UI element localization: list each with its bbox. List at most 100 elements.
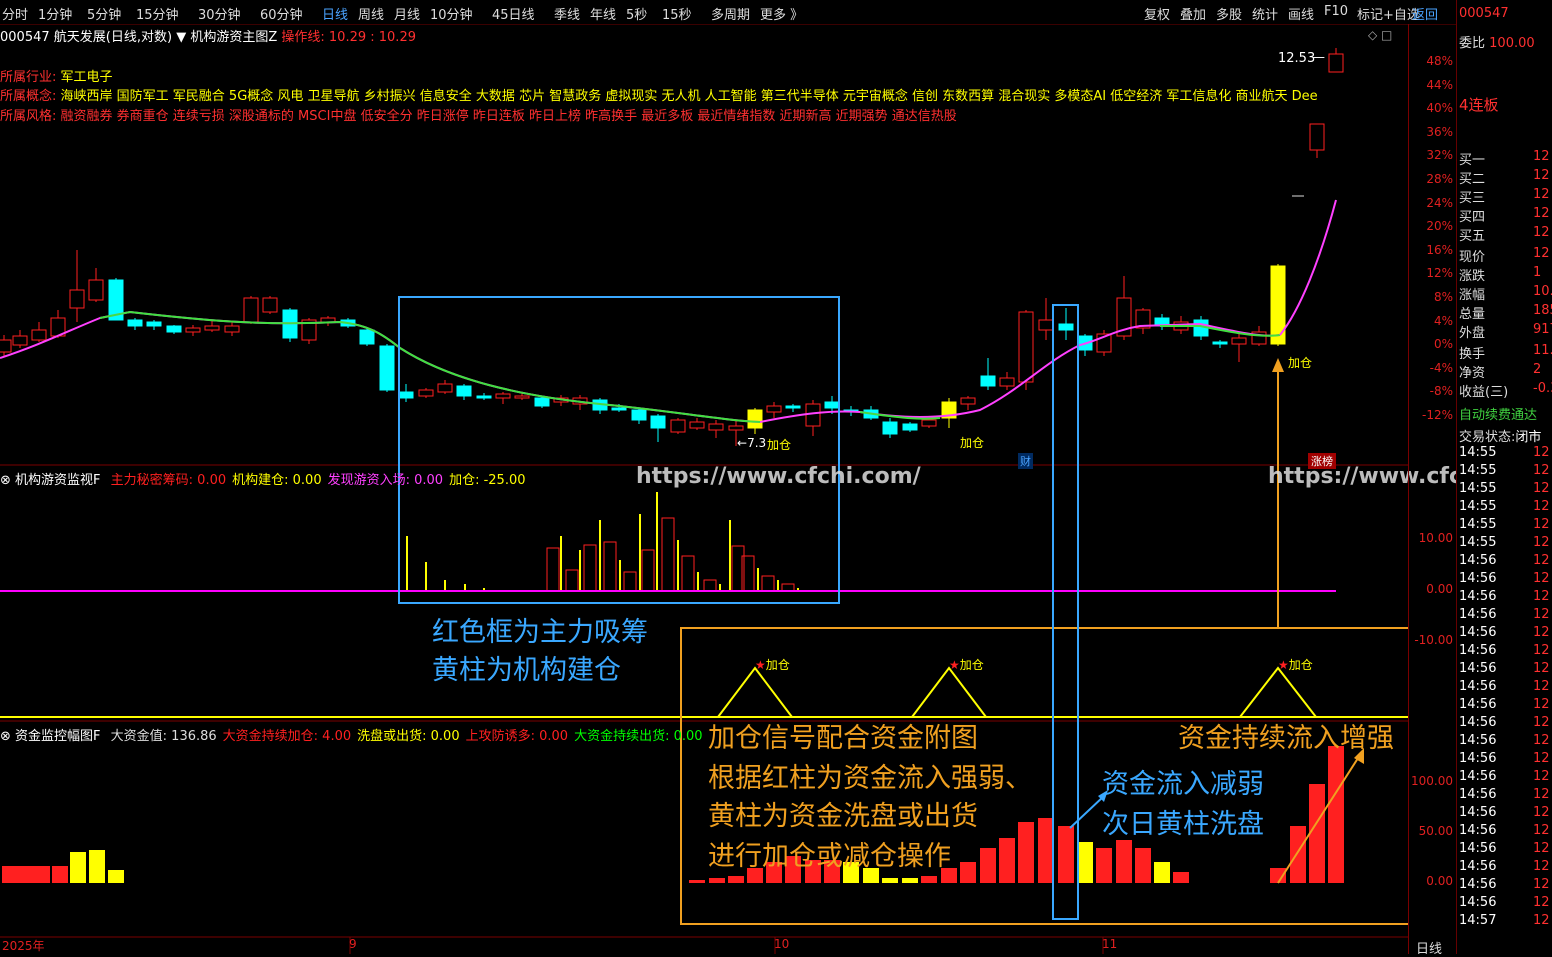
tick-row: 14:56 12 <box>1459 715 1550 730</box>
add-signal-1 <box>717 666 793 718</box>
axis-pct-label: -4% <box>1429 360 1453 375</box>
quote-row-0: 买一 12 <box>1459 149 1550 168</box>
tick-row: 14:56 12 <box>1459 607 1550 622</box>
ind2-bar <box>2 866 18 883</box>
candle-body <box>437 383 453 393</box>
add-signal-label-1: ★加仓 <box>755 658 790 672</box>
candle-body <box>1058 323 1074 331</box>
add-signal-2 <box>911 666 987 718</box>
tick-row: 14:56 12 <box>1459 769 1550 784</box>
ind2-bar <box>882 878 898 883</box>
ind2-bar <box>980 848 996 883</box>
ind2-bar <box>1038 818 1054 883</box>
ind1-bar <box>546 547 560 592</box>
quote-row-6: 涨跌 1 <box>1459 265 1542 284</box>
overlay-weak-line2: 次日黄柱洗盘 <box>1102 809 1264 840</box>
overlay-fund-line2: 根据红柱为资金流入强弱、 <box>708 763 1032 794</box>
candlestick-group <box>0 48 1344 446</box>
ind2-bar <box>1290 826 1306 883</box>
candle-body <box>902 423 918 431</box>
quote-row-1: 买二 12 <box>1459 168 1550 187</box>
candle-body <box>476 395 492 399</box>
quote-code[interactable]: 000547 <box>1459 6 1509 21</box>
ind2-bar <box>18 866 34 883</box>
indicator1-icon[interactable]: ⊗ <box>0 473 11 488</box>
indicator1-name[interactable]: 机构游资监视F <box>15 473 100 488</box>
ind1-item-2: 发现游资入场: 0.00 <box>327 473 444 488</box>
overlay-fund-line1: 加仓信号配合资金附图 <box>708 723 978 754</box>
ind2-bar <box>1018 822 1034 883</box>
xaxis-year: 2025年 <box>2 939 45 953</box>
ind2-bar <box>1058 826 1074 883</box>
axis-pct-label: 28% <box>1426 172 1453 186</box>
candle-body <box>921 419 937 427</box>
overlay-weak-line1: 资金流入减弱 <box>1102 769 1264 800</box>
candle-body <box>1309 123 1325 151</box>
ind1-item-0: 主力秘密筹码: 0.00 <box>110 473 227 488</box>
tick-row: 14:56 12 <box>1459 859 1550 874</box>
price-pct-axis: 48% 44% 40% 36% 32% 28% 24% 20% 16% 12% 8% 4% 0% -4% -… <box>1408 24 1457 954</box>
ind2-item-4: 大资金持续出货: 0.00 <box>574 729 703 744</box>
ind1-bar <box>703 579 717 592</box>
ind2-item-2: 洗盘或出货: 0.00 <box>357 729 460 744</box>
indicator2-name[interactable]: 资金监控幅图F <box>15 729 100 744</box>
quote-board: 4连板 <box>1459 96 1499 114</box>
toolbar-button-7[interactable]: 返回 <box>1412 4 1438 23</box>
add-label-3: 加仓 <box>1288 356 1313 370</box>
ind2-bar <box>1173 872 1189 883</box>
tick-row: 14:55 12 <box>1459 499 1550 514</box>
candle-body <box>805 403 821 427</box>
axis-ind2-label: 0.00 <box>1426 874 1453 888</box>
axis-pct-label: 40% <box>1426 101 1453 116</box>
ind2-bar <box>89 850 105 883</box>
quote-row-12: 收益(三)-0.3 <box>1459 381 1552 400</box>
ind1-bar <box>761 575 775 592</box>
candle-body <box>785 405 801 409</box>
candle-body <box>747 409 763 429</box>
ind2-bar <box>52 866 68 883</box>
ind1-item-1: 机构建仓: 0.00 <box>232 473 322 488</box>
axis-ind2-label: 50.00 <box>1418 824 1453 838</box>
axis-pct-label: 36% <box>1426 124 1453 139</box>
tick-row: 14:56 12 <box>1459 661 1550 676</box>
candle-body <box>224 325 240 333</box>
overlay-fund-line3: 黄柱为资金洗盘或出货 <box>708 801 978 832</box>
add-signal-label-3: ★加仓 <box>1278 658 1313 672</box>
finance-badge[interactable]: 财 <box>1018 453 1033 469</box>
quote-row-11: 净资 2 <box>1459 362 1542 381</box>
ma-line-rise <box>1279 199 1337 336</box>
xaxis-oct: 10 <box>774 937 790 951</box>
axis-ind2-label: 100.00 <box>1411 774 1453 788</box>
trade-state: 交易状态:闭市 <box>1459 430 1542 445</box>
price-high-marker: — <box>1312 50 1325 65</box>
ind2-bar <box>1135 848 1151 883</box>
quote-row-9: 外盘9177 <box>1459 322 1552 341</box>
axis-pct-label: 8% <box>1433 290 1453 304</box>
add-label-1: 加仓 <box>767 438 792 452</box>
ind2-bar <box>960 862 976 883</box>
quote-row-8: 总量185.1 <box>1459 303 1552 322</box>
ind1-bar <box>623 571 637 592</box>
xaxis-sep: 9 <box>349 937 357 951</box>
candle-body <box>728 425 744 431</box>
overlay-increase: 资金持续流入增强 <box>1178 723 1394 754</box>
add-signal-3 <box>1239 666 1317 718</box>
ind1-bar <box>661 517 675 592</box>
candle-body <box>1231 337 1247 345</box>
indicator2-icon[interactable]: ⊗ <box>0 729 11 744</box>
ind2-bar <box>689 880 705 883</box>
tick-row: 14:56 12 <box>1459 877 1550 892</box>
ind1-bar <box>565 569 579 592</box>
watermark-1: https://www.cfchi.com/ <box>636 464 921 489</box>
ind2-bar <box>921 876 937 883</box>
auto-fee-link[interactable]: 自动续费通达 <box>1459 404 1537 423</box>
candle-body <box>1328 53 1344 73</box>
candle-body <box>999 377 1015 387</box>
ind2-item-1: 大资金持续加仓: 4.00 <box>222 729 352 744</box>
ind2-bar <box>1154 862 1170 883</box>
candle-body <box>185 327 201 333</box>
axis-pct-label: 20% <box>1426 219 1453 234</box>
ind1-item-3: 加仓: -25.00 <box>449 473 526 488</box>
axis-pct-label: 12% <box>1426 266 1453 281</box>
axis-pct-label: 24% <box>1426 195 1453 210</box>
